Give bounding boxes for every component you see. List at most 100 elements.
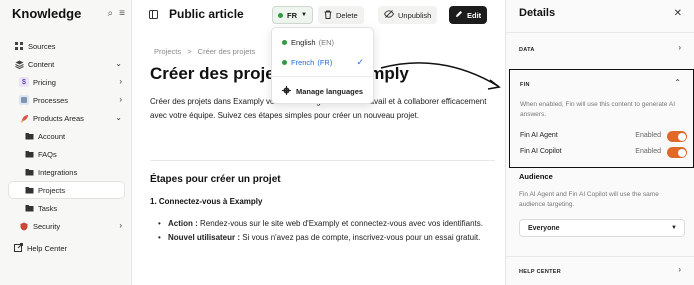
search-icon[interactable]: ⌕ <box>108 8 114 19</box>
chevron-right-icon: › <box>678 43 681 52</box>
language-name: French <box>291 58 315 67</box>
page-title: Public article <box>169 7 244 21</box>
bullet-label: Action : <box>168 219 198 228</box>
sidebar-item-label: Pricing <box>33 77 56 87</box>
language-code: (FR) <box>317 58 333 67</box>
sidebar: Knowledge ⌕ ≡ Sources Content ⌄ $ Pricin… <box>0 0 132 285</box>
delete-label: Delete <box>336 10 358 20</box>
sidebar-nav: Sources Content ⌄ $ Pricing › Processes … <box>0 37 132 235</box>
sidebar-item-label: Sources <box>28 41 56 51</box>
sidebar-item-sources[interactable]: Sources <box>0 37 132 55</box>
chevron-right-icon: › <box>119 221 122 230</box>
annotation-arrow <box>380 62 501 90</box>
language-code: (EN) <box>318 38 335 47</box>
bullet-text: Si vous n'avez pas de compte, inscrivez-… <box>240 232 481 242</box>
breadcrumb-parent[interactable]: Projects <box>154 47 181 56</box>
chevron-up-icon[interactable]: ⌃ <box>674 78 681 87</box>
close-icon[interactable]: ✕ <box>674 8 682 19</box>
published-dot-icon <box>278 12 283 18</box>
language-dropdown: English (EN) French (FR) ✓ Manage langua… <box>271 27 374 104</box>
sidebar-item-products-areas[interactable]: Products Areas ⌄ <box>0 109 132 127</box>
language-option-english[interactable]: English (EN) <box>282 38 334 47</box>
sidebar-item-tasks[interactable]: Tasks <box>0 199 132 217</box>
sidebar-item-processes[interactable]: Processes › <box>0 91 132 109</box>
section-label: DATA <box>519 47 535 53</box>
sidebar-item-label: Projects <box>38 185 66 195</box>
brand-title: Knowledge <box>12 6 82 21</box>
chevron-down-icon: ⌄ <box>115 59 122 68</box>
chevron-right-icon: › <box>678 265 681 274</box>
section-label: FIN <box>520 82 530 88</box>
sidebar-toggle-icon[interactable] <box>149 10 158 19</box>
fin-section: FIN ⌃ When enabled, Fin will use this co… <box>509 69 694 168</box>
chevron-right-icon: › <box>119 95 122 104</box>
fin-ai-agent-toggle[interactable] <box>667 131 687 142</box>
chevron-right-icon: › <box>119 77 122 86</box>
sidebar-item-integrations[interactable]: Integrations <box>0 163 132 181</box>
stack-icon <box>14 59 24 69</box>
section-label: HELP CENTER <box>519 269 562 275</box>
fin-ai-agent-row: Fin AI Agent Enabled <box>520 131 690 143</box>
caret-down-icon: ▼ <box>301 12 307 18</box>
breadcrumb-separator: > <box>187 47 192 56</box>
language-option-french[interactable]: French (FR) <box>282 58 332 67</box>
fin-ai-copilot-toggle[interactable] <box>667 147 687 158</box>
sidebar-item-label: Products Areas <box>33 113 84 123</box>
language-code: FR <box>287 10 297 20</box>
sidebar-item-projects[interactable]: Projects <box>8 181 125 199</box>
published-dot-icon <box>282 40 287 45</box>
audience-description: Fin AI Agent and Fin AI Copilot will use… <box>519 191 659 208</box>
topbar: Public article FR ▼ Delete Unpublish Edi… <box>133 0 505 30</box>
folder-icon <box>24 149 34 159</box>
sidebar-item-label: Tasks <box>38 203 58 213</box>
unpublish-button[interactable]: Unpublish <box>378 6 438 24</box>
step-bullets: Action : Rendez-vous sur le site web d'E… <box>158 218 493 245</box>
list-item: Nouvel utilisateur : Si vous n'avez pas … <box>158 232 493 245</box>
unpublish-label: Unpublish <box>398 10 432 20</box>
manage-languages-button[interactable]: Manage languages <box>282 86 363 97</box>
audience-select[interactable]: Everyone ▼ <box>519 219 685 237</box>
language-name: English <box>291 38 316 47</box>
fin-ai-copilot-row: Fin AI Copilot Enabled <box>520 147 690 159</box>
edit-button[interactable]: Edit <box>449 6 488 24</box>
sidebar-item-content[interactable]: Content ⌄ <box>0 55 132 73</box>
steps-heading: Étapes pour créer un projet <box>150 174 281 185</box>
help-center-label: Help Center <box>27 244 68 253</box>
grid-icon <box>14 41 24 51</box>
delete-button[interactable]: Delete <box>318 6 364 24</box>
dollar-icon: $ <box>19 77 29 87</box>
toggle-label: Fin AI Copilot <box>520 148 562 155</box>
breadcrumb: Projects > Créer des projets <box>154 47 255 56</box>
data-section-header[interactable]: DATA › <box>506 32 694 66</box>
help-center-section-header[interactable]: HELP CENTER › <box>506 256 694 285</box>
toggle-state: Enabled <box>635 132 661 139</box>
language-selector-button[interactable]: FR ▼ <box>272 6 313 24</box>
sidebar-item-label: Processes <box>33 95 69 105</box>
pencil-icon <box>455 10 463 20</box>
sidebar-item-security[interactable]: Security › <box>0 217 132 235</box>
toggle-state: Enabled <box>635 148 661 155</box>
folder-icon <box>24 203 34 213</box>
gear-icon <box>282 86 291 97</box>
step-heading: 1. Connectez-vous à Examply <box>150 197 263 206</box>
external-link-icon <box>14 243 23 254</box>
manage-languages-label: Manage languages <box>296 87 364 96</box>
filter-icon[interactable]: ≡ <box>119 8 125 19</box>
folder-icon <box>24 167 34 177</box>
sidebar-tools: ⌕ ≡ <box>108 8 125 19</box>
sidebar-item-label: Integrations <box>38 167 78 177</box>
edit-label: Edit <box>467 10 482 20</box>
sidebar-item-label: Content <box>28 59 55 69</box>
details-panel: Details ✕ DATA › FIN ⌃ When enabled, Fin… <box>505 0 694 285</box>
rocket-icon <box>19 113 29 123</box>
folder-icon <box>24 185 34 195</box>
help-center-link[interactable]: Help Center <box>14 243 67 254</box>
list-item: Action : Rendez-vous sur le site web d'E… <box>158 218 493 231</box>
trash-icon <box>324 10 332 21</box>
sidebar-item-faqs[interactable]: FAQs <box>0 145 132 163</box>
sidebar-item-pricing[interactable]: $ Pricing › <box>0 73 132 91</box>
shield-icon <box>19 221 29 231</box>
sidebar-item-label: Security <box>33 221 61 231</box>
sidebar-item-account[interactable]: Account <box>0 127 132 145</box>
folder-icon <box>24 131 34 141</box>
